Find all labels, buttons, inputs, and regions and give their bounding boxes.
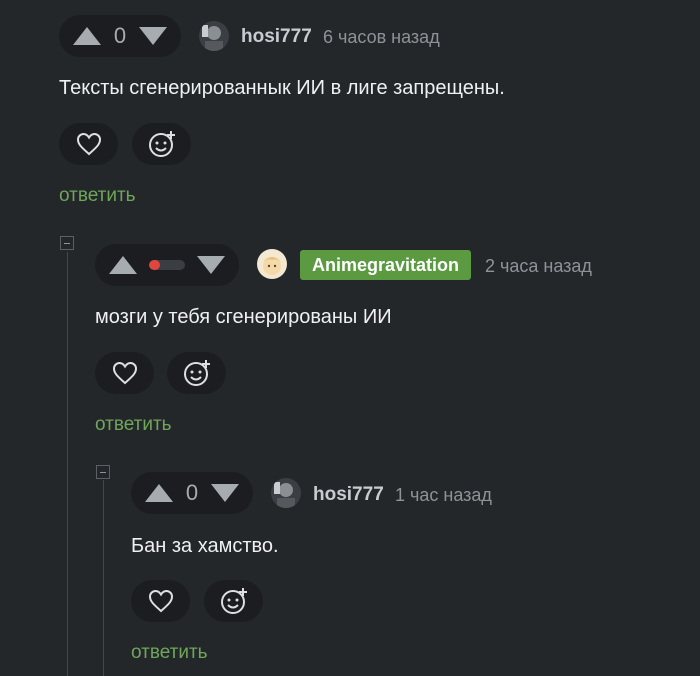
rating-bar	[149, 260, 185, 270]
arrow-down-icon[interactable]	[197, 256, 225, 274]
add-reaction-icon	[148, 131, 175, 157]
thread-line	[103, 480, 104, 676]
thread-line	[67, 252, 68, 676]
collapse-icon[interactable]	[96, 465, 110, 479]
arrow-down-icon[interactable]	[139, 27, 167, 45]
add-reaction-button[interactable]	[167, 352, 226, 394]
comment-time[interactable]: 1 час назад	[395, 485, 492, 506]
vote-score: 0	[185, 480, 199, 505]
comment-time[interactable]: 2 часа назад	[485, 256, 592, 277]
arrow-down-icon[interactable]	[211, 484, 239, 502]
comment-author[interactable]: hosi777	[241, 26, 312, 48]
vote-score: 0	[113, 23, 127, 48]
arrow-up-icon[interactable]	[145, 484, 173, 502]
add-reaction-button[interactable]	[132, 123, 191, 165]
reply-link[interactable]: ответить	[95, 414, 172, 436]
arrow-up-icon[interactable]	[73, 27, 101, 45]
heart-icon	[148, 589, 173, 613]
vote-control: 0	[131, 472, 253, 514]
reply-link[interactable]: ответить	[131, 642, 208, 664]
vote-control: 0	[59, 15, 181, 57]
comment-time[interactable]: 6 часов назад	[323, 27, 440, 48]
reply-link[interactable]: ответить	[59, 185, 136, 207]
like-button[interactable]	[59, 123, 118, 165]
comment-text: Бан за хамство.	[131, 535, 279, 557]
avatar[interactable]	[271, 478, 301, 508]
heart-icon	[76, 132, 101, 156]
arrow-up-icon[interactable]	[109, 256, 137, 274]
comment-text: Тексты сгенерированнык ИИ в лиге запреще…	[59, 77, 505, 99]
author-badge[interactable]: Animegravitation	[300, 250, 472, 280]
like-button[interactable]	[131, 580, 190, 622]
collapse-icon[interactable]	[60, 236, 74, 250]
like-button[interactable]	[95, 352, 154, 394]
comment-author[interactable]: hosi777	[313, 484, 384, 506]
add-reaction-button[interactable]	[204, 580, 263, 622]
avatar[interactable]	[199, 21, 229, 51]
heart-icon	[112, 361, 137, 385]
avatar[interactable]	[257, 249, 287, 279]
vote-control	[95, 244, 239, 286]
add-reaction-icon	[220, 588, 247, 614]
comment-text: мозги у тебя сгенерированы ИИ	[95, 306, 392, 328]
add-reaction-icon	[183, 360, 210, 386]
